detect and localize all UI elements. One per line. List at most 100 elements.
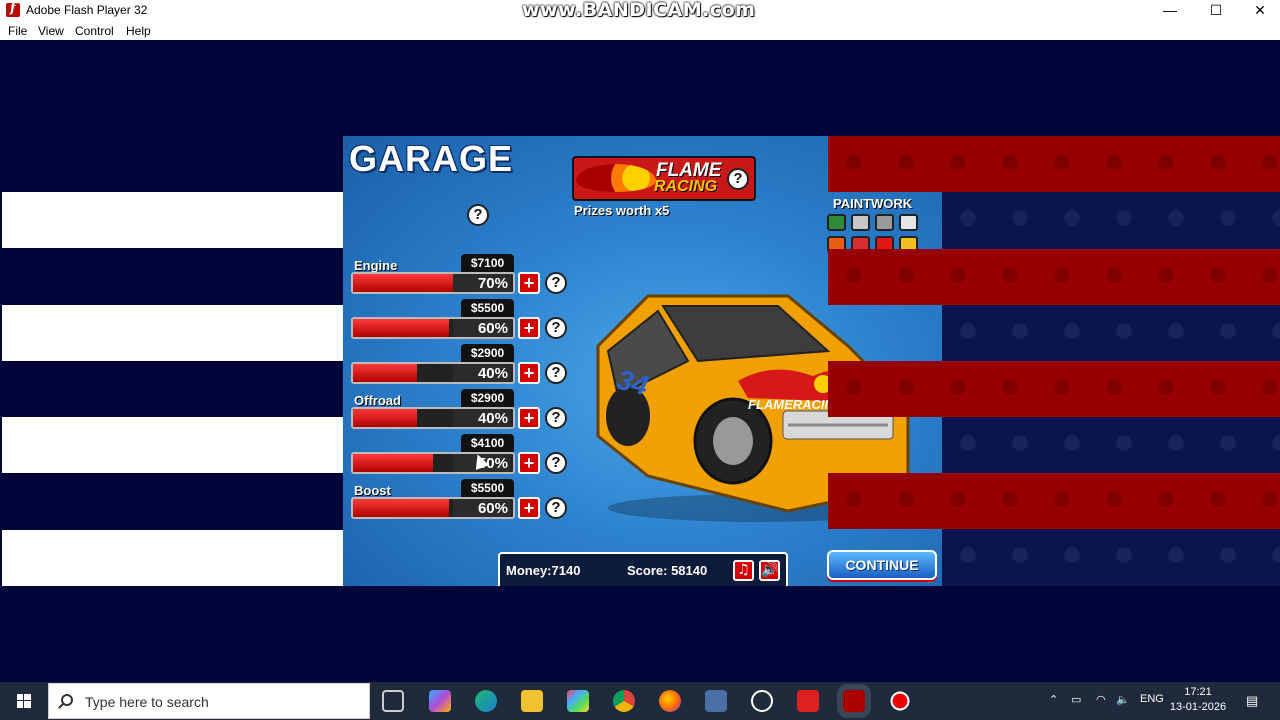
- windows-taskbar: Type here to search ⌃ ▭ ◠ 🔈 ENG 17:21 13…: [0, 682, 1280, 720]
- continue-button[interactable]: CONTINUE: [827, 550, 937, 580]
- close-button[interactable]: ✕: [1237, 0, 1280, 21]
- upgrade-progress-bar: 70%: [351, 272, 515, 294]
- system-clock[interactable]: 17:21 13-01-2026: [1168, 685, 1228, 715]
- upgrade-progress-bar: 50%: [351, 452, 515, 474]
- menu-control[interactable]: Control: [75, 24, 114, 38]
- edge-browser-icon[interactable]: [475, 690, 497, 712]
- menu-file[interactable]: File: [8, 24, 27, 38]
- flag-stripe: [828, 361, 1280, 417]
- upgrade-progress-fill: [353, 364, 417, 382]
- upgrade-progress-bar: 60%: [351, 317, 515, 339]
- wifi-icon[interactable]: ◠: [1096, 693, 1106, 706]
- upgrade-price: $2900: [461, 389, 514, 407]
- upgrade-progress-fill: [353, 274, 465, 292]
- language-indicator[interactable]: ENG: [1140, 693, 1164, 705]
- microsoft-store-icon[interactable]: [567, 690, 589, 712]
- copilot-icon[interactable]: [429, 690, 451, 712]
- upgrade-price: $4100: [461, 434, 514, 452]
- search-placeholder: Type here to search: [85, 694, 209, 710]
- menu-help[interactable]: Help: [126, 24, 151, 38]
- help-button[interactable]: ?: [467, 204, 489, 226]
- clock-time: 17:21: [1184, 686, 1212, 698]
- upgrade-plus-button[interactable]: +: [518, 362, 540, 384]
- upgrade-price: $5500: [461, 479, 514, 497]
- upgrade-help-button[interactable]: ?: [545, 362, 567, 384]
- battery-icon[interactable]: ▭: [1071, 693, 1081, 706]
- paint-swatch[interactable]: [851, 214, 870, 231]
- flag-field: [942, 192, 1280, 249]
- status-bar: Money:7140 Score: 58140 ♫ 🔊: [498, 552, 788, 586]
- flash-player-taskbar-icon[interactable]: [837, 684, 871, 718]
- upgrade-label: Engine: [354, 258, 398, 273]
- clock-date: 13-01-2026: [1169, 701, 1227, 713]
- upgrade-price: $2900: [461, 344, 514, 362]
- vpn-app-icon[interactable]: [751, 690, 773, 712]
- upgrade-help-button[interactable]: ?: [545, 272, 567, 294]
- sponsor-help-button[interactable]: ?: [727, 168, 749, 190]
- flag-field: [942, 417, 1280, 473]
- upgrade-plus-button[interactable]: +: [518, 497, 540, 519]
- minimize-button[interactable]: —: [1147, 0, 1193, 21]
- flag-stripe: [828, 473, 1280, 529]
- upgrade-plus-button[interactable]: +: [518, 452, 540, 474]
- upgrade-progress-fill: [353, 499, 449, 517]
- flag-stripe: [828, 136, 1280, 192]
- firefox-icon[interactable]: [659, 690, 681, 712]
- paint-swatch[interactable]: [899, 214, 918, 231]
- file-explorer-icon[interactable]: [521, 690, 543, 712]
- upgrade-help-button[interactable]: ?: [545, 317, 567, 339]
- upgrade-percent: 40%: [453, 409, 511, 427]
- upgrade-progress-bar: 40%: [351, 407, 515, 429]
- upgrade-help-button[interactable]: ?: [545, 407, 567, 429]
- score-display: Score: 58140: [627, 563, 708, 578]
- upgrade-label: Offroad: [354, 393, 401, 408]
- upgrade-percent: 60%: [453, 319, 511, 337]
- upgrade-plus-button[interactable]: +: [518, 407, 540, 429]
- chevron-up-icon[interactable]: ⌃: [1049, 693, 1058, 706]
- upgrade-plus-button[interactable]: +: [518, 272, 540, 294]
- title-bar: Adobe Flash Player 32 www.BANDICAM.com —…: [0, 0, 1280, 21]
- wps-office-icon[interactable]: [797, 690, 819, 712]
- taskbar-search-input[interactable]: Type here to search: [48, 683, 370, 719]
- upgrade-help-button[interactable]: ?: [545, 497, 567, 519]
- flash-stage: GARAGE FLAME RACING ? Prizes worth x5 ? …: [0, 40, 1280, 682]
- music-icon[interactable]: ♫: [733, 560, 754, 581]
- bandicam-record-icon[interactable]: [889, 690, 911, 712]
- flag-field: [942, 305, 1280, 361]
- flag-stripe: [828, 249, 1280, 305]
- prizes-text: Prizes worth x5: [574, 203, 670, 218]
- paint-swatch[interactable]: [875, 214, 894, 231]
- upgrade-progress-bar: 40%: [351, 362, 515, 384]
- upgrade-help-button[interactable]: ?: [545, 452, 567, 474]
- sponsor-line2: RACING: [654, 178, 718, 195]
- upgrade-progress-fill: [353, 454, 433, 472]
- search-icon: [61, 694, 73, 706]
- task-view-icon[interactable]: [382, 690, 404, 712]
- chrome-icon[interactable]: [613, 690, 635, 712]
- upgrade-progress-bar: 60%: [351, 497, 515, 519]
- window-title: Adobe Flash Player 32: [26, 3, 148, 17]
- notifications-icon[interactable]: ▤: [1246, 693, 1258, 709]
- bandicam-watermark: www.BANDICAM.com: [522, 0, 756, 21]
- flame-icon: [576, 164, 656, 192]
- upgrade-progress-fill: [353, 319, 449, 337]
- upgrade-plus-button[interactable]: +: [518, 317, 540, 339]
- windows-start-icon[interactable]: [0, 682, 48, 720]
- network-app-icon[interactable]: [705, 690, 727, 712]
- upgrade-percent: 70%: [453, 274, 511, 292]
- upgrade-label: Boost: [354, 483, 391, 498]
- volume-icon[interactable]: 🔈: [1116, 693, 1130, 706]
- upgrade-price: $7100: [461, 254, 514, 272]
- maximize-button[interactable]: ☐: [1193, 0, 1239, 21]
- paint-swatch[interactable]: [827, 214, 846, 231]
- upgrade-progress-fill: [353, 409, 417, 427]
- upgrade-percent: 40%: [453, 364, 511, 382]
- money-display: Money:7140: [506, 563, 581, 578]
- menu-bar: File View Control Help: [0, 21, 1280, 40]
- page-title: GARAGE: [349, 138, 514, 179]
- upgrade-percent: 60%: [453, 499, 511, 517]
- upgrade-price: $5500: [461, 299, 514, 317]
- paintwork-label: PAINTWORK: [833, 196, 913, 211]
- menu-view[interactable]: View: [38, 24, 64, 38]
- sound-icon[interactable]: 🔊: [759, 560, 780, 581]
